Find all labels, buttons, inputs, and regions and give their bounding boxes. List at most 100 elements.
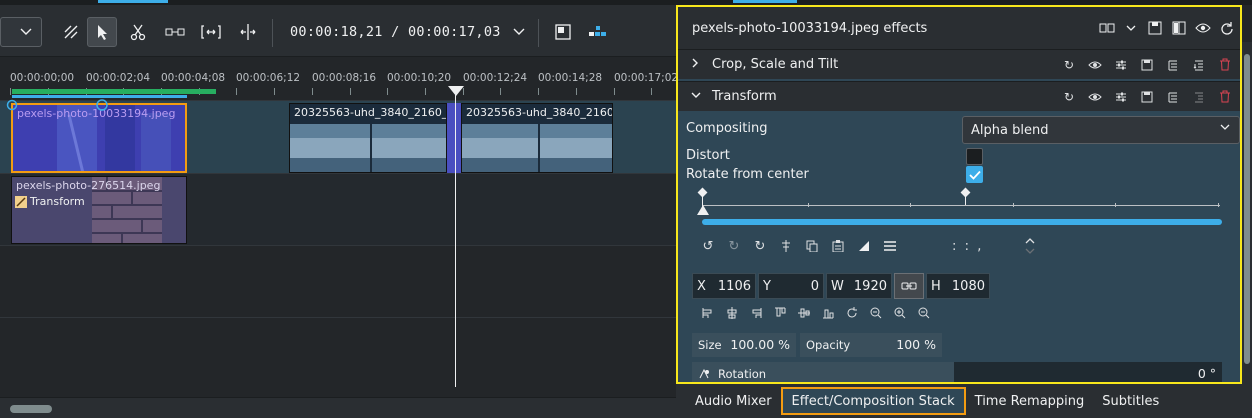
keyframe-ruler[interactable]	[702, 205, 1220, 206]
clip-fade-handle[interactable]	[6, 99, 18, 111]
keyframe-position-bar[interactable]	[702, 219, 1222, 225]
timeline-toolbar: 00:00:18,21 / 00:00:17,03	[0, 5, 676, 57]
tab-subtitles[interactable]: Subtitles	[1093, 387, 1168, 415]
interpolation-icon[interactable]	[856, 240, 872, 252]
ripple-icon[interactable]	[160, 17, 190, 47]
timeline-clip[interactable]: 20325563-uhd_3840_2160_6	[289, 103, 447, 173]
group-effect-icon[interactable]	[1162, 86, 1184, 108]
timecode-display: 00:00:18,21 / 00:00:17,03	[290, 24, 501, 40]
eye-icon[interactable]	[1084, 86, 1106, 108]
align-left-icon[interactable]	[700, 307, 716, 319]
spacer-tool-icon[interactable]	[56, 17, 86, 47]
save-stack-icon[interactable]	[1144, 17, 1166, 39]
zoom-fit-icon[interactable]	[548, 17, 578, 47]
clip-fade-handle[interactable]	[95, 98, 109, 112]
move-down-icon[interactable]	[1188, 54, 1210, 76]
effect-row-crop-scale-tilt[interactable]: Crop, Scale and Tilt ↻	[678, 49, 1240, 79]
timeline-clip-selected[interactable]: pexels-photo-10033194.jpeg	[11, 103, 187, 173]
tab-time-remapping[interactable]: Time Remapping	[966, 387, 1094, 415]
transition-marker[interactable]	[447, 103, 461, 173]
zoom-fit-icon[interactable]	[868, 307, 884, 319]
opacity-slider[interactable]: Opacity 100 %	[800, 333, 942, 357]
align-vcenter-icon[interactable]	[796, 307, 812, 319]
width-field[interactable]: W 1920	[826, 273, 892, 299]
keyframe-ruler-tick	[910, 203, 911, 207]
ruler-tick	[236, 88, 237, 95]
lock-ratio-icon[interactable]	[894, 273, 924, 299]
timecode-menu-button[interactable]	[510, 21, 528, 41]
spinner-arrows-icon[interactable]	[1022, 236, 1038, 256]
size-slider[interactable]: Size 100.00 %	[692, 333, 796, 357]
remove-keyframe-icon[interactable]: ↻	[726, 239, 742, 254]
chevron-down-icon[interactable]	[690, 89, 712, 104]
effect-stack-scrollbar[interactable]	[1242, 42, 1252, 384]
timeline-clip[interactable]: pexels-photo-276514.jpeg Transform	[11, 176, 187, 244]
zoom-out-icon[interactable]	[916, 307, 932, 319]
move-down-icon[interactable]	[1188, 86, 1210, 108]
ruler-label: 00:00:12;24	[463, 72, 528, 84]
save-effect-icon[interactable]	[1136, 86, 1158, 108]
checkmark-icon	[968, 170, 981, 180]
align-right-icon[interactable]	[748, 307, 764, 319]
delete-icon[interactable]	[1214, 54, 1236, 76]
settings-icon[interactable]	[1110, 54, 1132, 76]
chevron-down-icon[interactable]	[1120, 17, 1142, 39]
timeline-clip[interactable]: 20325563-uhd_3840_2160_	[461, 103, 613, 173]
group-effect-icon[interactable]	[1162, 54, 1184, 76]
rotate-from-center-checkbox[interactable]	[966, 166, 983, 183]
tab-effect-composition-stack[interactable]: Effect/Composition Stack	[780, 387, 966, 415]
distort-checkbox[interactable]	[966, 148, 983, 165]
copy-icon[interactable]	[804, 240, 820, 252]
y-position-field[interactable]: Y 0	[758, 273, 824, 299]
align-top-icon[interactable]	[772, 307, 788, 319]
effect-row-transform[interactable]: Transform ↻	[678, 81, 1240, 111]
scrollbar-thumb[interactable]	[10, 405, 52, 413]
eye-icon[interactable]	[1192, 17, 1214, 39]
compare-split-icon[interactable]	[1096, 17, 1118, 39]
height-field[interactable]: H 1080	[926, 273, 990, 299]
multicam-icon[interactable]	[233, 17, 263, 47]
keyframe-position-cursor[interactable]	[696, 205, 710, 217]
select-tool-icon[interactable]	[87, 17, 117, 47]
ruler-label: 00:00:06;12	[236, 72, 301, 84]
settings-icon[interactable]	[1110, 86, 1132, 108]
preview-render-bar	[12, 89, 216, 94]
rotate-icon[interactable]	[844, 307, 860, 319]
reset-icon[interactable]	[1216, 17, 1238, 39]
toolbar-separator	[272, 19, 273, 47]
ruler-label: 00:00:17;02	[614, 72, 676, 84]
clip-label: 20325563-uhd_3840_2160_	[466, 106, 613, 119]
effect-stack-header: pexels-photo-10033194.jpeg effects	[678, 7, 1240, 49]
delete-icon[interactable]	[1214, 86, 1236, 108]
x-position-field[interactable]: X 1106	[692, 273, 756, 299]
playhead-handle[interactable]	[448, 86, 464, 96]
next-keyframe-icon[interactable]: ↻	[752, 239, 768, 254]
add-keyframe-icon[interactable]: ↺	[700, 239, 716, 254]
chevron-right-icon[interactable]	[690, 57, 712, 73]
align-hcenter-icon[interactable]	[724, 307, 740, 319]
ruler-tick	[10, 88, 11, 95]
paste-icon[interactable]	[830, 240, 846, 252]
split-view-icon[interactable]	[1168, 17, 1190, 39]
chevron-down-icon	[513, 28, 525, 35]
reset-icon[interactable]: ↻	[1058, 54, 1080, 76]
rotation-slider[interactable]: Rotation 0 °	[692, 362, 1222, 382]
reset-icon[interactable]: ↻	[1058, 86, 1080, 108]
track-compositing-icon[interactable]	[582, 17, 612, 47]
eye-icon[interactable]	[1084, 54, 1106, 76]
compositing-select[interactable]: Alpha blend	[962, 116, 1240, 144]
zoom-in-icon[interactable]	[892, 307, 908, 319]
timeline-ruler[interactable]: 00:00:00;00 00:00:02;04 00:00:04;08 00:0…	[0, 57, 676, 101]
align-center-icon[interactable]	[778, 240, 794, 252]
menu-icon[interactable]	[882, 240, 898, 252]
chevron-down-icon	[1219, 121, 1231, 136]
slip-icon[interactable]	[196, 17, 226, 47]
save-effect-icon[interactable]	[1136, 54, 1158, 76]
timeline-horizontal-scrollbar[interactable]	[0, 397, 676, 418]
scrollbar-thumb[interactable]	[1244, 54, 1250, 364]
tab-audio-mixer[interactable]: Audio Mixer	[686, 387, 781, 415]
track-mode-combo[interactable]	[0, 17, 42, 47]
ruler-tick	[500, 88, 501, 95]
align-bottom-icon[interactable]	[820, 307, 836, 319]
razor-tool-icon[interactable]	[123, 17, 153, 47]
